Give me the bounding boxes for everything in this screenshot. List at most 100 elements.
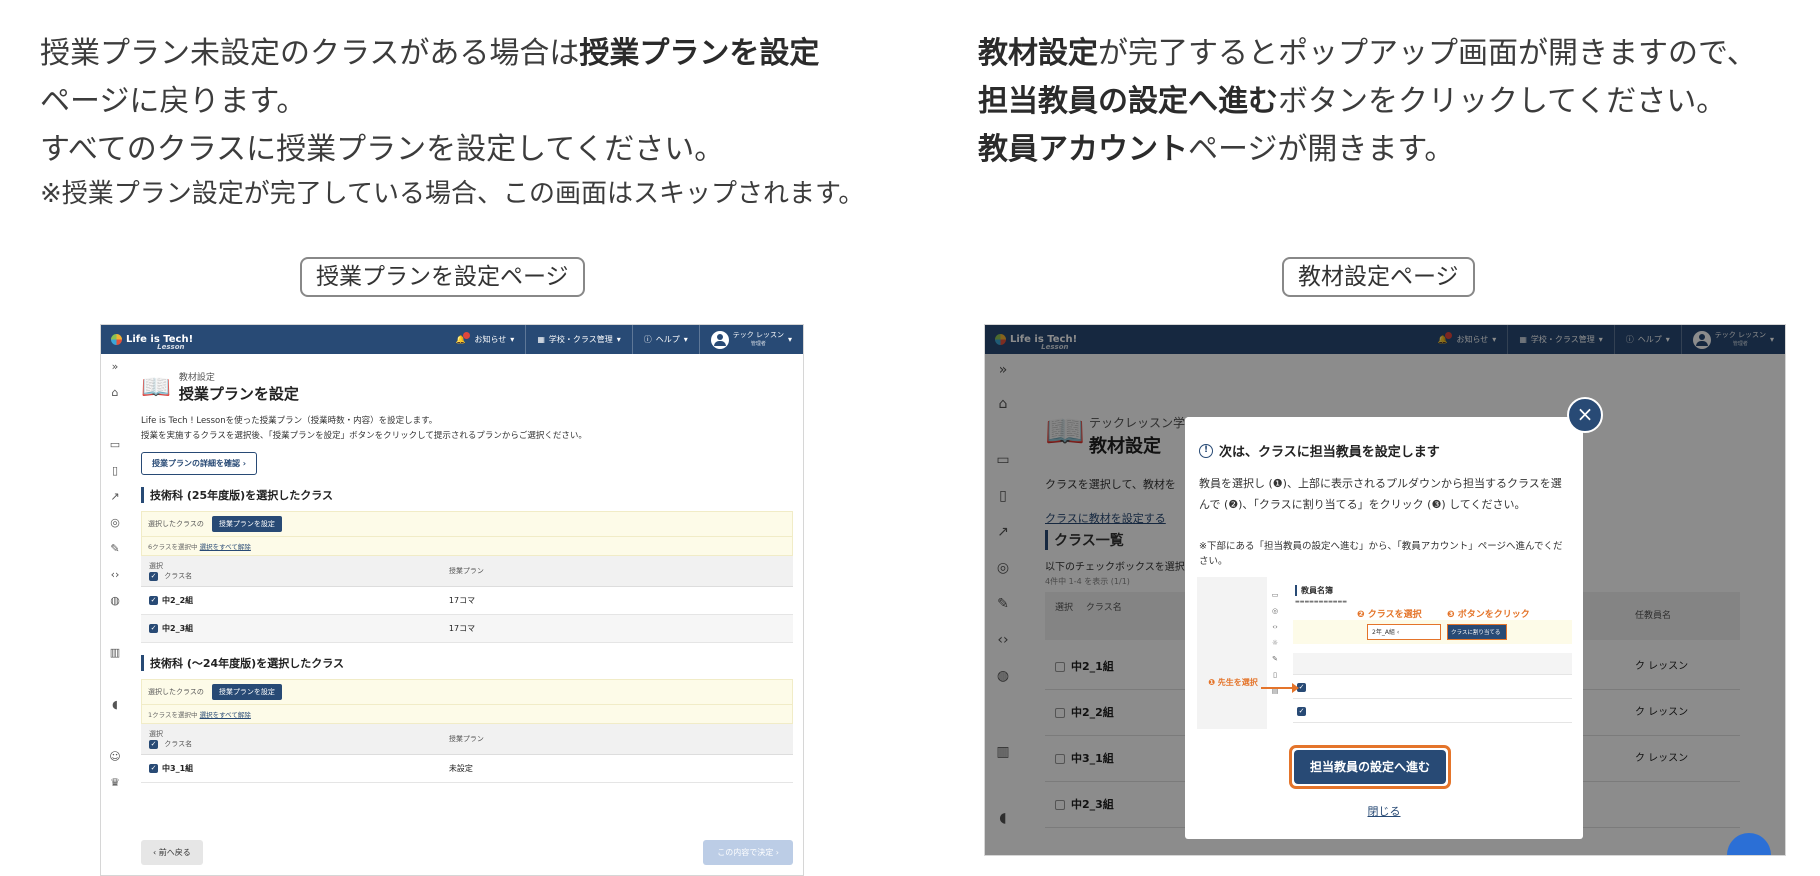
confirm-button[interactable]: この内容で決定 › bbox=[703, 840, 793, 865]
row-checkbox[interactable]: ✓ bbox=[149, 624, 158, 633]
modal-body: 教員を選択し (❶)、上部に表示されるプルダウンから担当するクラスを選んで (❷… bbox=[1199, 477, 1562, 511]
help-label: ヘルプ bbox=[655, 335, 680, 344]
app-logo[interactable]: Life is Tech! Lesson bbox=[101, 329, 301, 351]
pencil-icon[interactable]: ✎ bbox=[101, 536, 129, 562]
breadcrumb: 教材設定 bbox=[178, 373, 215, 383]
modal-heading: ! 次は、クラスに担当教員を設定します bbox=[1199, 441, 1440, 460]
step-2-label: ❷ クラスを選択 bbox=[1357, 610, 1422, 620]
selection-count: 1クラスを選択中 選択をすべて解除 bbox=[141, 705, 793, 724]
step-1-label: ❶ 先生を選択 bbox=[1208, 678, 1258, 687]
chevron-down-icon: ▾ bbox=[616, 335, 621, 344]
document-icon[interactable]: ▯ bbox=[101, 458, 129, 484]
proceed-teacher-setting-button[interactable]: 担当教員の設定へ進む bbox=[1289, 745, 1451, 789]
description-line: Life is Tech ! Lessonを使った授業プラン（授業時数・内容）を… bbox=[141, 416, 438, 426]
arrow-right-icon bbox=[1261, 683, 1299, 693]
school-menu[interactable]: ▦ 学校・クラス管理 ▾ bbox=[525, 325, 631, 354]
instruction-text: ボタンをクリックしてください。 bbox=[1278, 84, 1727, 119]
illustration-row: ✓ bbox=[1293, 701, 1572, 723]
info-icon: ! bbox=[1199, 443, 1213, 458]
main-content: 📖 教材設定 授業プランを設定 Life is Tech ! Lessonを使っ… bbox=[141, 354, 793, 875]
monitor-icon[interactable]: ▭ bbox=[101, 432, 129, 458]
class-table: 選択 ✓ クラス名 授業プラン ✓ 中2_2組 17コマ ✓ 中2_3組 17コマ bbox=[141, 556, 793, 643]
set-plan-button[interactable]: 授業プランを設定 bbox=[211, 684, 282, 700]
caption-lesson-plan-page: 授業プランを設定ページ bbox=[300, 257, 585, 297]
plan-detail-button[interactable]: 授業プランの詳細を確認 › bbox=[141, 452, 258, 475]
modal-title: 次は、クラスに担当教員を設定します bbox=[1219, 445, 1440, 460]
app-header: Life is Tech! Lesson 🔔 お知らせ ▾ ▦ 学校・クラス管理 ▾ ⓘ… bbox=[101, 325, 803, 354]
page-header: 📖 教材設定 授業プランを設定 bbox=[141, 370, 793, 404]
lesson-plan-screenshot: Life is Tech! Lesson 🔔 お知らせ ▾ ▦ 学校・クラス管理 ▾ ⓘ… bbox=[100, 324, 804, 876]
deselect-all-link[interactable]: 選択をすべて解除 bbox=[200, 711, 251, 719]
back-button[interactable]: ‹ 前へ戻る bbox=[141, 840, 203, 865]
notification-badge bbox=[463, 332, 471, 339]
user-role: 管理者 bbox=[750, 340, 766, 347]
logo-subtext: Lesson bbox=[157, 342, 185, 351]
plan-value: 17コマ bbox=[440, 614, 793, 643]
instruction-note: ※授業プラン設定が完了している場合、この画面はスキップされます。 bbox=[40, 179, 865, 209]
instruction-text: すべてのクラスに授業プランを設定してください。 bbox=[40, 132, 725, 167]
help-menu[interactable]: ⓘ ヘルプ ▾ bbox=[631, 325, 699, 354]
caption-material-page: 教材設定ページ bbox=[1282, 257, 1475, 297]
modal-note: ※下部にある「担当教員の設定へ進む」から、「教員アカウント」ページへ進んでくださ… bbox=[1199, 541, 1563, 567]
illustration-sidebar: ▭ ◎ ‹› ☼ ✎ ▯ ▤ bbox=[1271, 591, 1279, 695]
column-header: クラス名 bbox=[164, 572, 193, 580]
chevron-down-icon: ▾ bbox=[510, 335, 515, 344]
class-table: 選択 ✓ クラス名 授業プラン ✓ 中3_1組 未設定 bbox=[141, 724, 793, 783]
chevron-down-icon: ▾ bbox=[787, 335, 792, 344]
illustration-hint: ▬▬▬▬▬▬▬▬▬▬▬ bbox=[1295, 599, 1347, 605]
shield-icon[interactable]: ◖ bbox=[101, 692, 129, 718]
logo-icon bbox=[111, 334, 122, 345]
instruction-illustration: ▭ ◎ ‹› ☼ ✎ ▯ ▤ 教員名簿 ▬▬▬▬▬▬▬▬▬▬▬ ❷ クラスを選択 ❸ ボタン… bbox=[1197, 577, 1572, 729]
chevron-down-icon: ▾ bbox=[683, 335, 688, 344]
illustration-assign-button: クラスに割り当てる bbox=[1447, 624, 1507, 640]
help-icon: ⓘ bbox=[643, 335, 652, 344]
class-name: 中3_1組 bbox=[162, 764, 194, 773]
illustration-class-select: 2年_A組 ‹ bbox=[1367, 624, 1441, 640]
book-icon: 📖 bbox=[141, 373, 171, 401]
close-icon[interactable]: × bbox=[1567, 397, 1603, 433]
column-header: 選択 bbox=[149, 562, 163, 570]
trophy-icon[interactable]: ♛ bbox=[101, 770, 129, 796]
select-all-checkbox[interactable]: ✓ bbox=[149, 571, 158, 581]
smile-icon[interactable]: ☺ bbox=[101, 744, 129, 770]
set-plan-button[interactable]: 授業プランを設定 bbox=[211, 516, 282, 532]
class-name: 中2_3組 bbox=[162, 624, 194, 633]
instruction-emphasis: 担当教員の設定へ進む bbox=[978, 84, 1278, 119]
instruction-text: ページに戻ります。 bbox=[40, 84, 307, 119]
chart-icon[interactable]: ▥ bbox=[101, 640, 129, 666]
count-text: 1クラスを選択中 bbox=[148, 711, 198, 719]
left-instructions: 授業プラン未設定のクラスがある場合は授業プランを設定 ページに戻ります。 すべて… bbox=[40, 30, 940, 214]
home-icon[interactable]: ⌂ bbox=[101, 380, 129, 406]
news-menu[interactable]: 🔔 お知らせ ▾ bbox=[444, 325, 525, 354]
section-heading: 技術科 (〜24年度版)を選択したクラス bbox=[141, 655, 793, 671]
side-nav: » ⌂ ▭ ▯ ↗ ◎ ✎ ‹› ◍ ▥ ◖ ☺ ♛ bbox=[101, 354, 129, 875]
proceed-button-label: 担当教員の設定へ進む bbox=[1294, 750, 1446, 784]
user-menu[interactable]: テック レッスン 管理者 ▾ bbox=[698, 325, 803, 354]
page-description: Life is Tech ! Lessonを使った授業プラン（授業時数・内容）を… bbox=[141, 414, 793, 444]
deselect-all-link[interactable]: 選択をすべて解除 bbox=[200, 543, 251, 551]
instruction-text: 授業プラン未設定のクラスがある場合は bbox=[40, 36, 580, 71]
class-name: 中2_2組 bbox=[162, 596, 194, 605]
step-3-label: ❸ ボタンをクリック bbox=[1447, 610, 1530, 620]
column-header: 授業プラン bbox=[440, 556, 793, 587]
expand-icon[interactable]: » bbox=[101, 354, 129, 380]
user-name: テック レッスン bbox=[732, 330, 784, 339]
section-heading: 技術科 (25年度版)を選択したクラス bbox=[141, 487, 793, 503]
row-checkbox[interactable]: ✓ bbox=[149, 596, 158, 605]
selection-label: 選択したクラスの bbox=[148, 520, 204, 528]
instruction-text: が完了するとポップアップ画面が開きますので、 bbox=[1098, 36, 1757, 71]
row-checkbox[interactable]: ✓ bbox=[149, 764, 158, 773]
instruction-emphasis: 教材設定 bbox=[978, 36, 1098, 71]
material-settings-screenshot: Life is Tech! Lesson 🔔 お知らせ ▾ ▦ 学校・クラス管理 ▾ ⓘ… bbox=[984, 324, 1786, 856]
assign-teacher-modal: × ! 次は、クラスに担当教員を設定します 教員を選択し (❶)、上部に表示され… bbox=[1185, 397, 1603, 839]
code-icon[interactable]: ‹› bbox=[101, 562, 129, 588]
selection-count: 6クラスを選択中 選択をすべて解除 bbox=[141, 537, 793, 556]
instruction-emphasis: 教員アカウント bbox=[978, 132, 1188, 167]
trend-icon[interactable]: ↗ bbox=[101, 484, 129, 510]
check-circle-icon[interactable]: ◎ bbox=[101, 510, 129, 536]
column-header: クラス名 bbox=[164, 740, 193, 748]
close-link[interactable]: 閉じる bbox=[1185, 803, 1583, 819]
illustration-row: ✓ bbox=[1293, 677, 1572, 699]
palette-icon[interactable]: ◍ bbox=[101, 588, 129, 614]
select-all-checkbox[interactable]: ✓ bbox=[149, 739, 158, 749]
